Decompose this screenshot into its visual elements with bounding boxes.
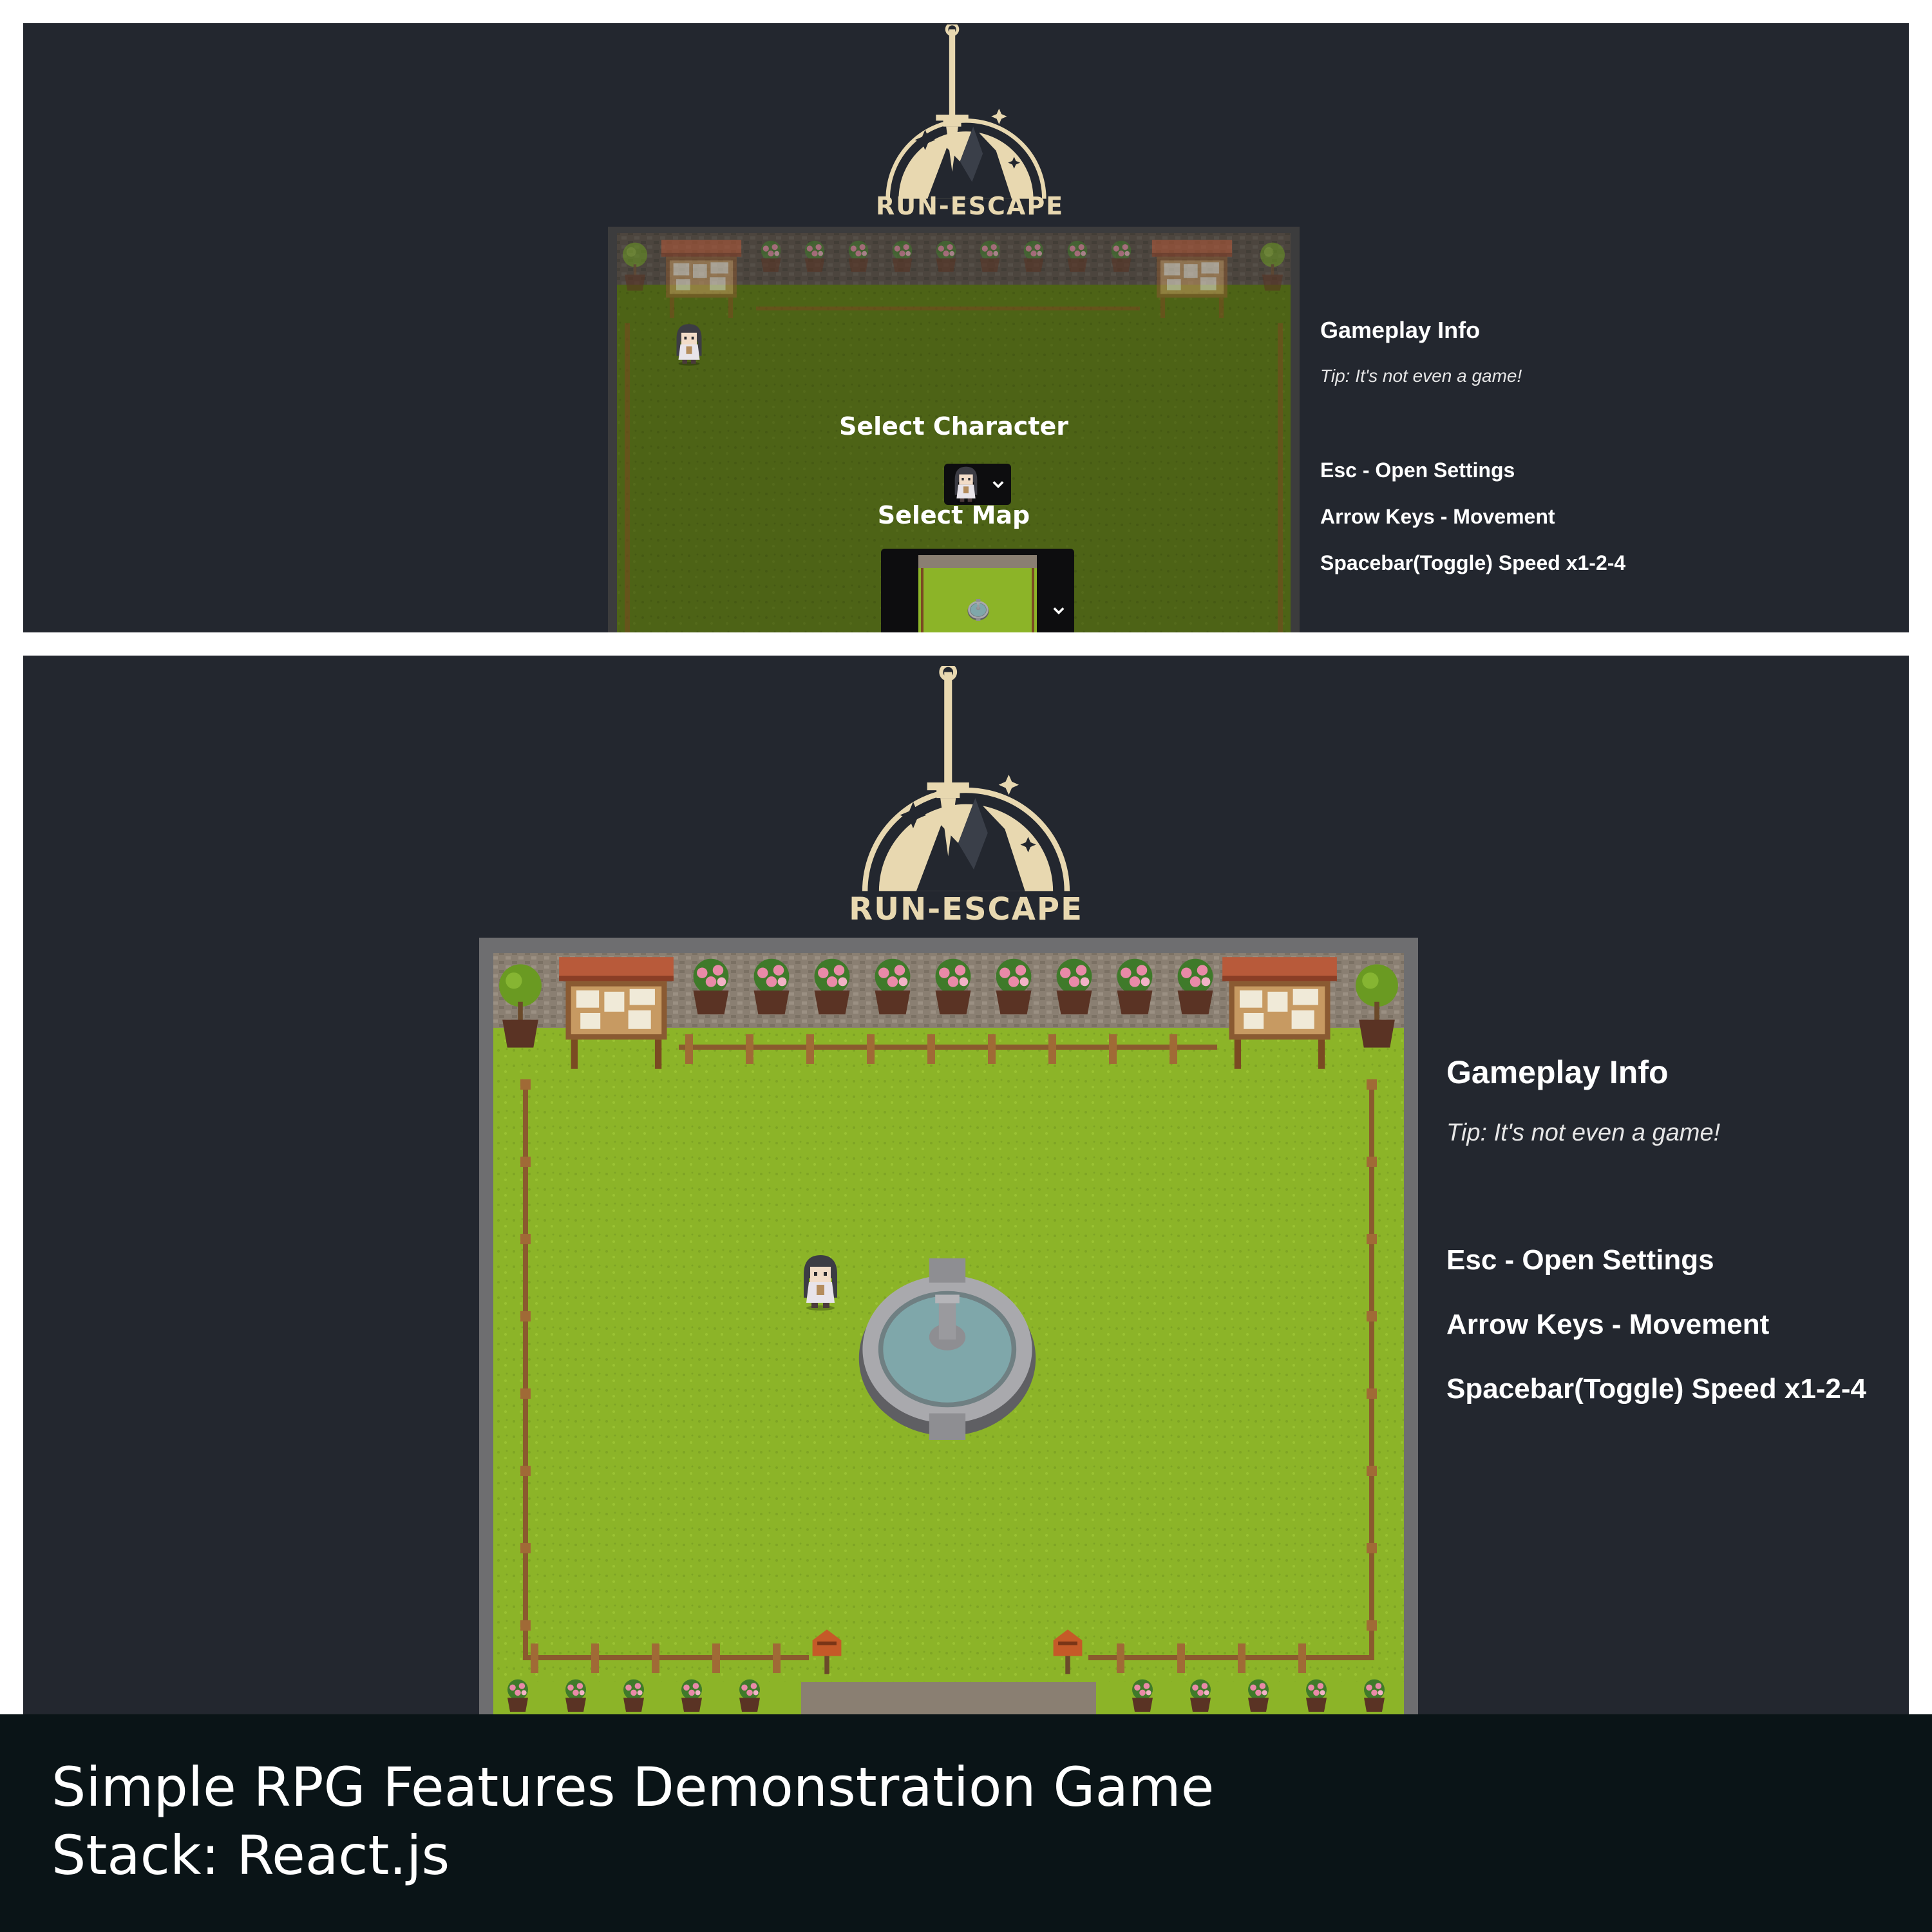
control-esc: Esc - Open Settings: [1446, 1244, 1714, 1276]
gameplay-tip: Tip: It's not even a game!: [1446, 1119, 1721, 1146]
chevron-down-icon[interactable]: [1051, 603, 1066, 618]
logo-wordmark: RUN-ESCAPE: [849, 891, 1083, 927]
select-character-label: Select Character: [838, 412, 1069, 440]
screenshot-menu: RUN-ESCAPE Select Character Select Map G…: [23, 23, 1909, 632]
map-select[interactable]: [881, 549, 1074, 632]
control-spacebar: Spacebar(Toggle) Speed x1-2-4: [1320, 551, 1626, 574]
gameplay-info-title: Gameplay Info: [1446, 1054, 1669, 1090]
map-render: [479, 938, 1418, 1714]
logo-emblem: [869, 24, 1063, 205]
gameplay-info-title: Gameplay Info: [1320, 317, 1481, 343]
character-preview-icon: [954, 466, 978, 504]
gameplay-tip: Tip: It's not even a game!: [1320, 366, 1522, 386]
chevron-down-icon[interactable]: [990, 477, 1006, 492]
caption-title: Simple RPG Features Demonstration Game: [52, 1756, 1215, 1819]
control-esc: Esc - Open Settings: [1320, 459, 1515, 482]
map-preview-icon: [918, 555, 1037, 632]
game-canvas[interactable]: [479, 938, 1418, 1714]
select-map-label: Select Map: [877, 501, 1030, 529]
caption-stack: Stack: React.js: [52, 1824, 450, 1887]
logo-emblem: [835, 666, 1097, 899]
logo-wordmark: RUN-ESCAPE: [876, 192, 1065, 220]
control-arrows: Arrow Keys - Movement: [1320, 505, 1555, 528]
game-canvas[interactable]: Select Character Select Map: [608, 227, 1300, 632]
control-spacebar: Spacebar(Toggle) Speed x1-2-4: [1446, 1373, 1867, 1405]
control-arrows: Arrow Keys - Movement: [1446, 1309, 1770, 1340]
character-select[interactable]: [944, 464, 1011, 505]
caption-bar: Simple RPG Features Demonstration Game S…: [0, 1714, 1932, 1932]
